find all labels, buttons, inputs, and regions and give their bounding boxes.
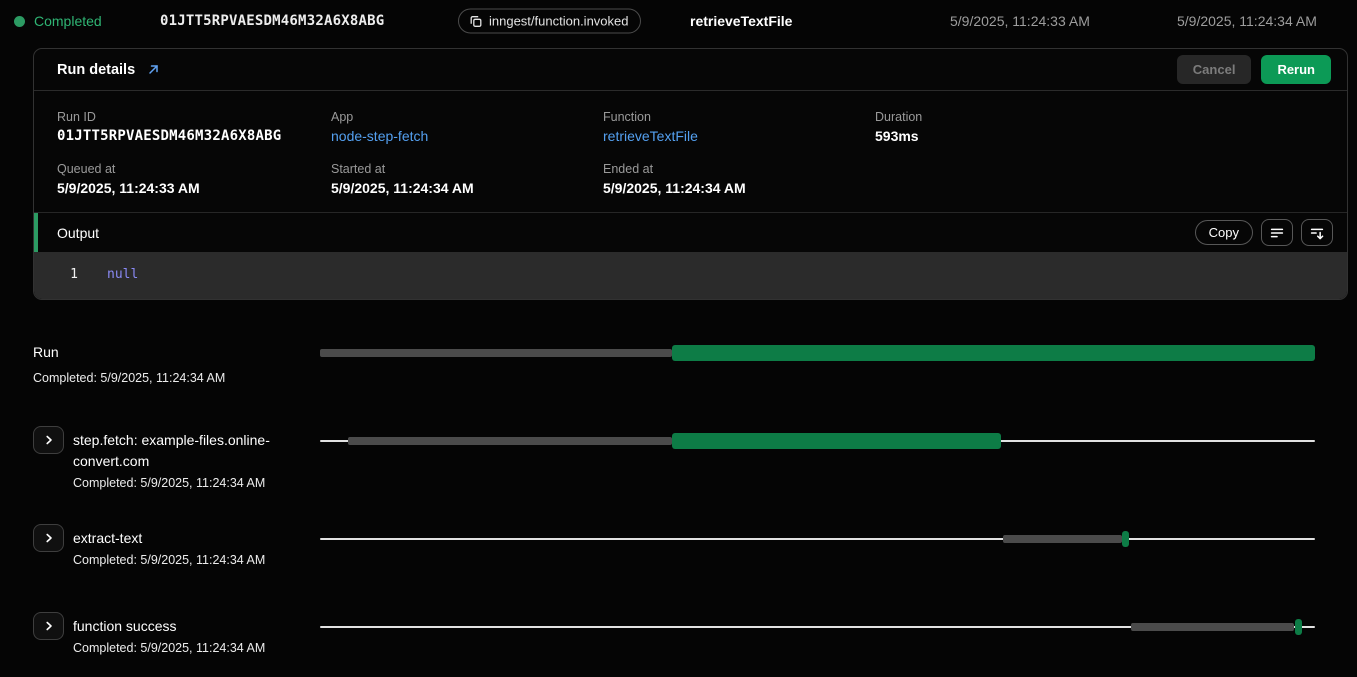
panel-actions: Cancel Rerun (1177, 55, 1331, 84)
detail-field: Ended at 5/9/2025, 11:24:34 AM (603, 162, 875, 196)
chevron-right-icon (43, 434, 55, 446)
timeline-row: Run Completed: 5/9/2025, 11:24:34 AM (33, 336, 1348, 386)
timeline-segment-track (320, 538, 1315, 540)
timeline-segment-queued[interactable] (1131, 623, 1294, 631)
timeline-row-header: function success Completed: 5/9/2025, 11… (33, 610, 313, 656)
expand-step-button[interactable] (33, 426, 64, 454)
detail-field-label: Function (603, 110, 875, 124)
run-details-panel: Run details Cancel Rerun Run ID 01JTT5RP… (33, 48, 1348, 300)
detail-field-label: Ended at (603, 162, 875, 176)
run-details-fields: Run ID 01JTT5RPVAESDM46M32A6X8ABG App no… (34, 91, 1347, 212)
output-actions: Copy (1195, 219, 1333, 246)
detail-field: App node-step-fetch (331, 110, 603, 144)
step-name: extract-text (73, 528, 265, 549)
detail-field-value: 01JTT5RPVAESDM46M32A6X8ABG (57, 128, 331, 144)
event-badge[interactable]: inngest/function.invoked (458, 9, 641, 34)
panel-title: Run details (57, 62, 135, 78)
detail-field: Queued at 5/9/2025, 11:24:33 AM (57, 162, 331, 196)
expand-step-button[interactable] (33, 524, 64, 552)
timeline-row-texts: step.fetch: example-files.online-convert… (73, 424, 301, 491)
align-left-icon (1268, 224, 1286, 242)
copy-output-button[interactable]: Copy (1195, 220, 1253, 245)
timeline-track (320, 619, 1315, 635)
timeline-row-header: Run Completed: 5/9/2025, 11:24:34 AM (33, 336, 313, 386)
started-timestamp: 5/9/2025, 11:24:34 AM (1177, 13, 1317, 29)
timeline-segment-active[interactable] (672, 345, 1315, 361)
timeline-track (320, 345, 1315, 361)
detail-field-label: App (331, 110, 603, 124)
detail-field-link[interactable]: node-step-fetch (331, 128, 603, 144)
event-badge-label: inngest/function.invoked (489, 14, 628, 29)
scroll-to-bottom-button[interactable] (1301, 219, 1333, 246)
detail-field-value: 5/9/2025, 11:24:33 AM (57, 180, 331, 196)
queued-timestamp: 5/9/2025, 11:24:33 AM (950, 13, 1090, 29)
timeline-row: extract-text Completed: 5/9/2025, 11:24:… (33, 522, 1348, 568)
detail-field-value: 5/9/2025, 11:24:34 AM (331, 180, 603, 196)
timeline-row-texts: function success Completed: 5/9/2025, 11… (73, 610, 265, 656)
timeline-segment-marker[interactable] (1295, 619, 1302, 635)
step-name: function success (73, 616, 265, 637)
lines-arrow-down-icon (1308, 224, 1326, 242)
timeline-segment-marker[interactable] (1122, 531, 1129, 547)
status-dot-icon (14, 16, 25, 27)
expand-step-button[interactable] (33, 612, 64, 640)
detail-field-link[interactable]: retrieveTextFile (603, 128, 875, 144)
output-code-block[interactable]: 1 null (34, 252, 1347, 299)
timeline-segment-active[interactable] (672, 433, 1000, 449)
detail-field-value: 593ms (875, 128, 1331, 144)
timeline-row-texts: Run Completed: 5/9/2025, 11:24:34 AM (33, 336, 225, 386)
code-line: 1 null (34, 266, 1347, 283)
run-timeline: Run Completed: 5/9/2025, 11:24:34 AM ste… (0, 297, 1357, 677)
step-name: step.fetch: example-files.online-convert… (73, 430, 301, 472)
detail-field-value: 5/9/2025, 11:24:34 AM (603, 180, 875, 196)
detail-field-label: Duration (875, 110, 1331, 124)
output-header: Output Copy (34, 212, 1347, 252)
step-completed-timestamp: Completed: 5/9/2025, 11:24:34 AM (73, 640, 265, 656)
step-completed-timestamp: Completed: 5/9/2025, 11:24:34 AM (33, 370, 225, 386)
timeline-track (320, 531, 1315, 547)
step-completed-timestamp: Completed: 5/9/2025, 11:24:34 AM (73, 552, 265, 568)
detail-field-label: Queued at (57, 162, 331, 176)
step-completed-timestamp: Completed: 5/9/2025, 11:24:34 AM (73, 475, 301, 491)
line-number: 1 (34, 266, 78, 283)
detail-field: Function retrieveTextFile (603, 110, 875, 144)
run-id-text: 01JTT5RPVAESDM46M32A6X8ABG (160, 13, 384, 29)
detail-field-label: Started at (331, 162, 603, 176)
chevron-right-icon (43, 620, 55, 632)
external-link-icon[interactable] (147, 63, 160, 76)
run-summary-bar: Completed 01JTT5RPVAESDM46M32A6X8ABG inn… (0, 0, 1357, 42)
copy-icon (469, 14, 483, 28)
timeline-row: function success Completed: 5/9/2025, 11… (33, 610, 1348, 656)
timeline-segment-queued[interactable] (348, 437, 672, 445)
timeline-row-texts: extract-text Completed: 5/9/2025, 11:24:… (73, 522, 265, 568)
timeline-row: step.fetch: example-files.online-convert… (33, 424, 1348, 491)
timeline-row-header: step.fetch: example-files.online-convert… (33, 424, 313, 491)
detail-field: Run ID 01JTT5RPVAESDM46M32A6X8ABG (57, 110, 331, 144)
timeline-segment-queued[interactable] (1003, 535, 1122, 543)
timeline-row-header: extract-text Completed: 5/9/2025, 11:24:… (33, 522, 313, 568)
step-name: Run (33, 342, 225, 363)
detail-field-label: Run ID (57, 110, 331, 124)
line-code: null (107, 266, 138, 283)
timeline-track (320, 433, 1315, 449)
status-label: Completed (34, 13, 102, 29)
rerun-button[interactable]: Rerun (1261, 55, 1331, 84)
panel-header: Run details Cancel Rerun (34, 49, 1347, 91)
function-name-text: retrieveTextFile (690, 13, 792, 29)
cancel-button[interactable]: Cancel (1177, 55, 1252, 84)
status-badge: Completed (14, 13, 102, 29)
output-title: Output (57, 225, 99, 241)
detail-field: Started at 5/9/2025, 11:24:34 AM (331, 162, 603, 196)
chevron-right-icon (43, 532, 55, 544)
wrap-lines-button[interactable] (1261, 219, 1293, 246)
detail-field: Duration 593ms (875, 110, 1331, 144)
timeline-segment-queued[interactable] (320, 349, 672, 357)
